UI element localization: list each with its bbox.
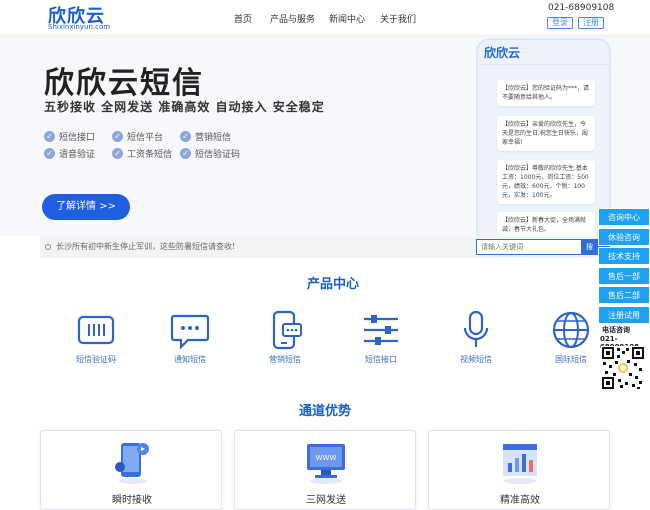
nav-home[interactable]: 首页 <box>234 12 252 25</box>
search-input[interactable] <box>476 239 582 255</box>
feature-item: ✓ 短信平台 <box>112 130 163 143</box>
product-item[interactable]: 短信验证码 <box>56 310 136 365</box>
notice-bar: 长沙所有初中新生停止军训，这些防暑短信请查收! 搜 <box>40 236 610 258</box>
product-label: 国际短信 <box>555 355 587 364</box>
divider <box>478 64 609 65</box>
side-register-trial[interactable]: 注册试用 <box>598 306 650 324</box>
product-item[interactable]: 通知短信 <box>150 310 230 365</box>
monitor-www-icon: WWW <box>307 444 345 484</box>
feature-label: 营销短信 <box>195 133 232 143</box>
svg-text:WWW: WWW <box>316 454 337 462</box>
product-label: 通知短信 <box>174 355 206 364</box>
card-label: 精准高效 <box>500 495 540 506</box>
check-icon: ✓ <box>180 131 191 142</box>
sms-bubble: 【欣欣云】新春大促，全场满就减，春节大礼包。 <box>497 212 595 238</box>
check-icon: ✓ <box>44 148 55 159</box>
check-icon: ✓ <box>112 148 123 159</box>
sms-bubble: 【欣欣云】亲爱的欣欣先生，今天是您的生日,祝您生日快乐，阖家幸福! <box>497 116 595 151</box>
feature-label: 短信接口 <box>59 133 96 143</box>
chat-bubble-icon <box>170 314 210 350</box>
product-label: 营销短信 <box>269 355 301 364</box>
advantage-card[interactable]: WWW 三网发送 <box>234 430 416 510</box>
logo-subtitle: Shixinxinyun.com <box>48 23 111 31</box>
advantage-card[interactable]: 瞬时接收 <box>40 430 222 510</box>
sms-bubble: 【欣欣云】您的验证码为***，请不要随意给其他人。 <box>497 80 595 106</box>
feature-item: ✓ 短信接口 <box>44 130 95 143</box>
feature-item: ✓ 工资条短信 <box>112 147 172 160</box>
side-after-sales-1[interactable]: 售后一部 <box>598 267 650 285</box>
microphone-icon <box>463 310 489 347</box>
feature-item: ✓ 语音验证 <box>44 147 95 160</box>
header-phone: 021-68909108 <box>548 3 615 13</box>
card-label: 三网发送 <box>306 495 346 506</box>
feature-item: ✓ 短信验证码 <box>180 147 240 160</box>
feature-label: 短信验证码 <box>195 150 241 160</box>
side-phone-label: 电话咨询 <box>602 326 630 334</box>
nav-news[interactable]: 新闻中心 <box>329 12 365 25</box>
notice-icon <box>45 244 51 250</box>
feature-label: 工资条短信 <box>127 150 173 160</box>
instant-receive-icon <box>115 443 149 484</box>
product-label: 短信验证码 <box>76 355 116 364</box>
qr-code-image <box>601 346 645 390</box>
mobile-message-icon <box>272 310 302 350</box>
product-item[interactable]: 短信接口 <box>341 310 421 365</box>
section-title-products: 产品中心 <box>306 277 359 292</box>
register-button[interactable]: 注册 <box>578 17 604 29</box>
product-item[interactable]: 营销短信 <box>245 310 325 365</box>
learn-more-button[interactable]: 了解详情 >> <box>42 194 130 220</box>
notice-text[interactable]: 长沙所有初中新生停止军训，这些防暑短信请查收! <box>56 241 235 252</box>
dashboard-chart-icon <box>503 444 537 484</box>
side-experience-consult[interactable]: 休验咨询 <box>598 228 650 246</box>
card-label: 瞬时接收 <box>112 495 152 506</box>
phone-mockup-title: 欣欣云 <box>484 46 521 60</box>
phone-mockup: 欣欣云 【欣欣云】您的验证码为***，请不要随意给其他人。 【欣欣云】亲爱的欣欣… <box>476 38 611 244</box>
section-title-advantages: 通道优势 <box>298 404 351 419</box>
side-after-sales-2[interactable]: 售后二部 <box>598 286 650 304</box>
product-label: 视频短信 <box>460 355 492 364</box>
globe-icon <box>552 311 590 349</box>
feature-label: 短信平台 <box>127 133 164 143</box>
feature-label: 语音验证 <box>59 150 96 160</box>
side-consult-center[interactable]: 咨询中心 <box>598 208 650 226</box>
hero-title: 欣欣云短信 <box>44 66 204 101</box>
hero-slogan: 五秒接收 全网发送 准确高效 自动接入 安全稳定 <box>44 100 325 114</box>
side-tech-support[interactable]: 技术支持 <box>598 247 650 265</box>
nav-about[interactable]: 关于我们 <box>380 12 416 25</box>
check-icon: ✓ <box>44 131 55 142</box>
sliders-icon <box>364 315 398 345</box>
login-button[interactable]: 登录 <box>547 17 573 29</box>
product-item[interactable]: 视频短信 <box>436 310 516 365</box>
advantage-card[interactable]: 精准高效 <box>428 430 610 510</box>
sms-bubble: 【欣欣云】尊敬的欣欣先生,基本工资：1000元，岗位工资：500元，绩效：600… <box>497 160 595 204</box>
nav-products[interactable]: 产品与服务 <box>270 12 315 25</box>
product-label: 短信接口 <box>365 355 397 364</box>
check-icon: ✓ <box>112 131 123 142</box>
check-icon: ✓ <box>180 148 191 159</box>
header: 欣欣云 Shixinxinyun.com 首页 产品与服务 新闻中心 关于我们 … <box>0 0 650 36</box>
feature-item: ✓ 营销短信 <box>180 130 231 143</box>
sms-code-icon <box>77 315 115 345</box>
